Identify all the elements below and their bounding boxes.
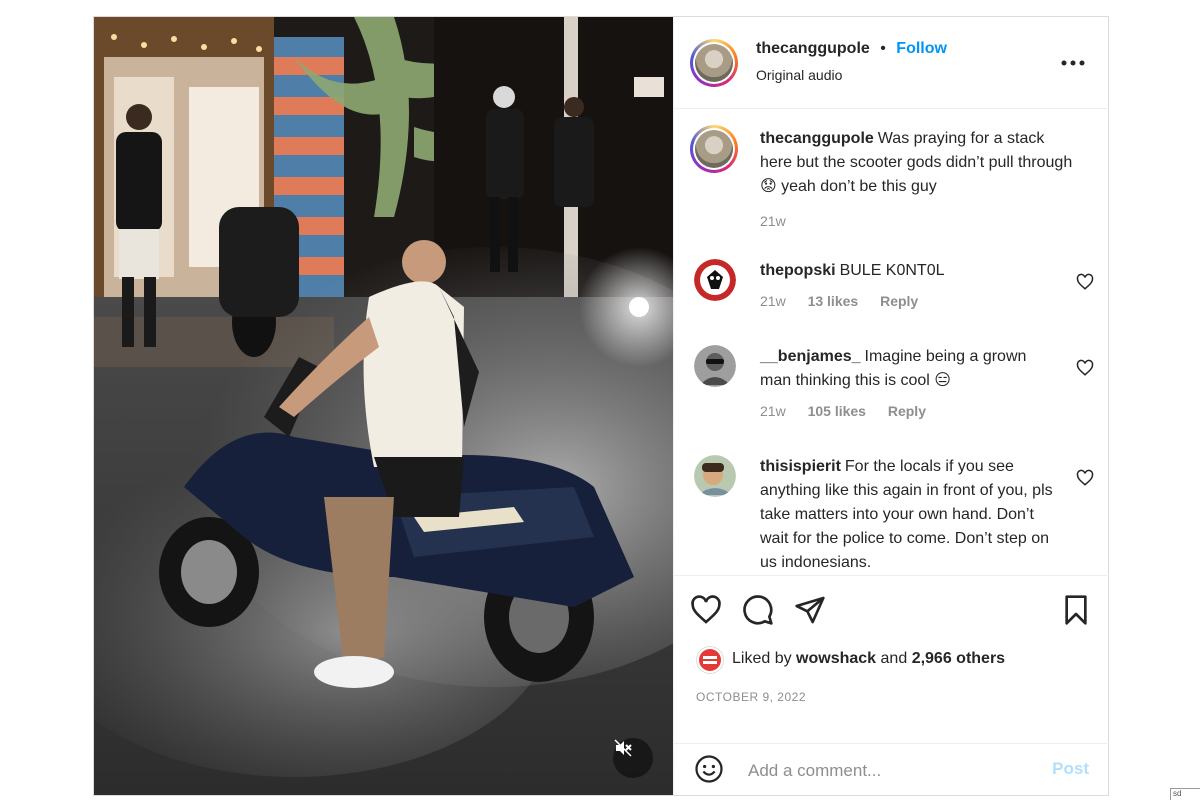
- comment-input[interactable]: [746, 756, 1040, 786]
- comment-icon[interactable]: [742, 594, 774, 626]
- liker-username[interactable]: wowshack: [796, 650, 876, 667]
- liker-avatar-image: [699, 649, 721, 671]
- liked-by-prefix: Liked by: [732, 650, 792, 667]
- share-icon[interactable]: [794, 594, 826, 626]
- post-date[interactable]: OCTOBER 9, 2022: [696, 690, 806, 704]
- comment-time[interactable]: 21w: [760, 403, 786, 419]
- comment-text: BULE K0NT0L: [839, 262, 945, 279]
- commenter-avatar-image: [694, 345, 736, 387]
- liked-by-text: Liked by wowshack and 2,966 others: [732, 650, 1005, 668]
- commenter-avatar[interactable]: [694, 345, 736, 387]
- liked-by-joiner: and: [880, 650, 908, 667]
- liker-avatar[interactable]: [696, 646, 724, 674]
- follow-button[interactable]: Follow: [896, 40, 947, 57]
- heart-icon[interactable]: [1076, 469, 1094, 487]
- comment-username[interactable]: thepopski: [760, 262, 836, 279]
- bookmark-icon[interactable]: [1060, 594, 1092, 626]
- likes-count[interactable]: 2,966 others: [912, 650, 1005, 667]
- mute-toggle-button[interactable]: [613, 738, 653, 778]
- caption-time[interactable]: 21w: [760, 213, 786, 229]
- reply-button[interactable]: Reply: [880, 293, 918, 309]
- instagram-post: thecanggupole • Follow Original audio th…: [93, 16, 1109, 796]
- corner-label: sd: [1170, 788, 1200, 800]
- comment-meta: 21w 13 likes Reply: [760, 293, 936, 309]
- audio-label[interactable]: Original audio: [756, 67, 842, 83]
- comment-meta: 21w 105 likes Reply: [760, 403, 944, 419]
- list-item: thepopski BULE K0NT0L 21w 13 likes Reply: [694, 259, 1094, 329]
- separator-dot: •: [880, 40, 886, 57]
- list-item: thisispierit For the locals if you see an…: [694, 455, 1094, 575]
- commenter-avatar-image: [694, 455, 736, 497]
- caption-meta: 21w: [760, 213, 804, 229]
- post-comment-button[interactable]: Post: [1052, 759, 1089, 779]
- reply-button[interactable]: Reply: [888, 403, 926, 419]
- author-avatar[interactable]: [690, 39, 738, 87]
- comment-text-block: __benjames_ Imagine being a grown man thi…: [760, 345, 1060, 393]
- comment-username[interactable]: __benjames_: [760, 348, 861, 365]
- heart-icon[interactable]: [1076, 273, 1094, 291]
- heart-icon[interactable]: [690, 594, 722, 626]
- comment-likes[interactable]: 13 likes: [808, 293, 859, 309]
- more-options-button[interactable]: [1061, 49, 1085, 69]
- post-actions: Liked by wowshack and 2,966 others OCTOB…: [674, 575, 1109, 743]
- comment-likes[interactable]: 105 likes: [808, 403, 866, 419]
- comment-time[interactable]: 21w: [760, 293, 786, 309]
- commenter-avatar[interactable]: [694, 259, 736, 301]
- comments-list[interactable]: thecanggupole Was praying for a stack her…: [674, 109, 1109, 575]
- caption-username[interactable]: thecanggupole: [760, 130, 874, 147]
- caption-avatar[interactable]: [690, 125, 738, 173]
- caption: thecanggupole Was praying for a stack her…: [690, 125, 1094, 237]
- smiley-icon[interactable]: [694, 754, 724, 784]
- more-horizontal-icon: [1061, 60, 1085, 66]
- author-username[interactable]: thecanggupole: [756, 40, 870, 57]
- list-item: __benjames_ Imagine being a grown man thi…: [694, 345, 1094, 439]
- post-video[interactable]: [94, 17, 673, 795]
- comment-text-block: thisispierit For the locals if you see an…: [760, 455, 1060, 575]
- post-side-panel: thecanggupole • Follow Original audio th…: [673, 17, 1109, 795]
- comment-text-block: thepopski BULE K0NT0L: [760, 259, 1060, 283]
- add-comment-bar: Post: [674, 743, 1109, 795]
- commenter-avatar[interactable]: [694, 455, 736, 497]
- heart-icon[interactable]: [1076, 359, 1094, 377]
- video-frame: [94, 17, 673, 795]
- caption-text-block: thecanggupole Was praying for a stack her…: [760, 127, 1080, 199]
- commenter-avatar-image: [694, 259, 736, 301]
- post-header: thecanggupole • Follow Original audio: [674, 17, 1109, 109]
- comment-username[interactable]: thisispierit: [760, 458, 841, 475]
- author-line: thecanggupole • Follow: [756, 40, 947, 58]
- speaker-muted-icon: [614, 739, 632, 757]
